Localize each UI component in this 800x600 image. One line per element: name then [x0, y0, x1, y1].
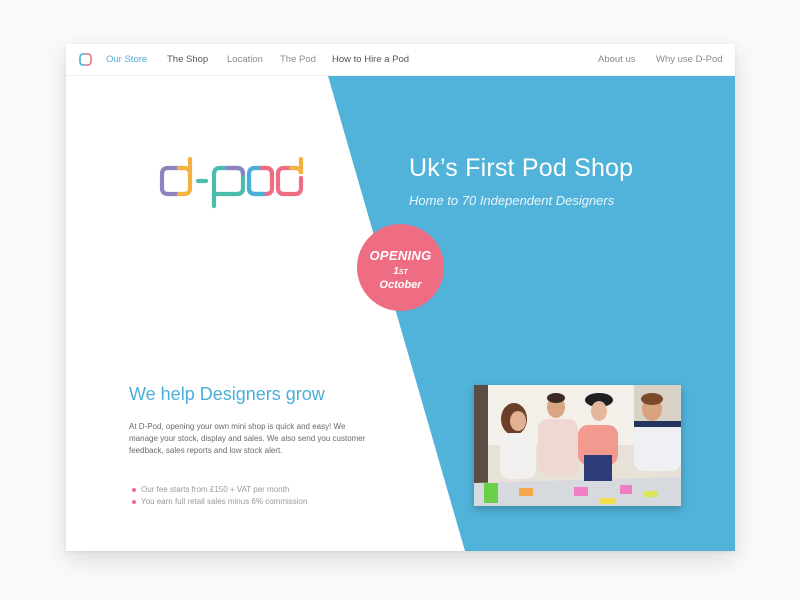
bullet-dot-icon: [132, 499, 136, 504]
list-item-text: You earn full retail sales minus 6% comm…: [141, 496, 308, 506]
feature-list: Our fee starts from £150 + VAT per month…: [129, 484, 307, 507]
badge-day-suffix: ST: [398, 269, 408, 276]
team-photo: [474, 385, 681, 506]
opening-date-badge: OPENING 1ST October: [357, 224, 444, 311]
section-title: We help Designers grow: [129, 384, 325, 404]
nav-the-shop[interactable]: The Shop: [167, 54, 208, 65]
nav-our-store[interactable]: Our Store: [106, 54, 147, 65]
badge-opening-label: OPENING: [369, 248, 432, 263]
list-item: Our fee starts from £150 + VAT per month: [129, 484, 307, 496]
nav-how-to-hire-a-pod[interactable]: How to Hire a Pod: [332, 54, 409, 65]
d-pod-logo: [159, 156, 304, 209]
hero-subtitle: Home to 70 Independent Designers: [409, 193, 615, 208]
badge-month: October: [379, 279, 422, 291]
d-pod-logo-mark-icon[interactable]: [79, 53, 92, 66]
team-photo-illustration: [474, 385, 681, 506]
top-navigation: Our Store The Shop Location The Pod How …: [66, 44, 735, 76]
nav-about-us[interactable]: About us: [598, 54, 636, 65]
section-body: At D-Pod, opening your own mini shop is …: [129, 422, 366, 455]
browser-page: Our Store The Shop Location The Pod How …: [66, 44, 735, 551]
hero-title: Uk’s First Pod Shop: [409, 154, 634, 182]
list-item-text: Our fee starts from £150 + VAT per month: [141, 485, 290, 494]
list-item: You earn full retail sales minus 6% comm…: [129, 496, 307, 508]
nav-why-use-d-pod[interactable]: Why use D-Pod: [656, 54, 723, 65]
badge-day: 1ST: [357, 266, 444, 277]
bullet-dot-icon: [132, 488, 136, 492]
nav-the-pod[interactable]: The Pod: [280, 54, 316, 65]
nav-location[interactable]: Location: [227, 54, 263, 65]
